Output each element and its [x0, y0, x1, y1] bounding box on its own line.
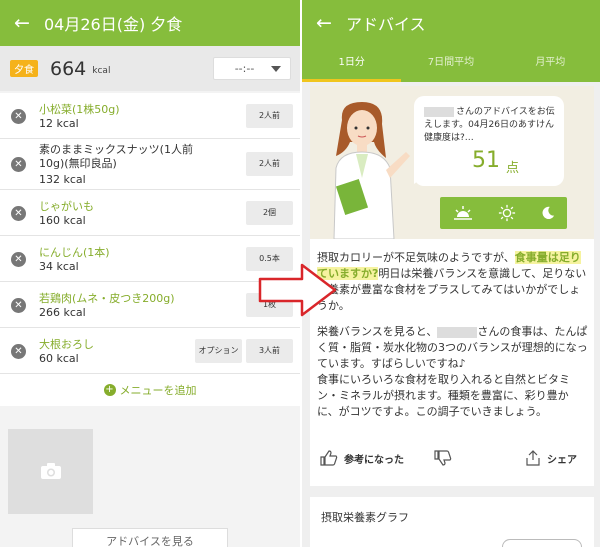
- time-dropdown[interactable]: --:--: [213, 57, 291, 80]
- advice-text-part: 栄養バランスを見ると、: [317, 325, 438, 338]
- add-menu-button[interactable]: + メニューを追加: [0, 374, 300, 406]
- food-kcal: 160 kcal: [39, 214, 86, 227]
- food-item[interactable]: ✕ にんじん(1本) 34 kcal 0.5本: [0, 236, 300, 282]
- advice-bubble: さんのアドバイスをお伝えします。04月26日のあすけん健康度は?… 51 点: [414, 96, 564, 186]
- quantity-button[interactable]: 2個: [246, 201, 293, 225]
- health-score: 51: [472, 148, 500, 173]
- thumbs-down-icon: [434, 450, 452, 466]
- food-name[interactable]: 大根おろし: [39, 336, 94, 352]
- meal-header: ← 04月26日(金) 夕食: [0, 0, 300, 46]
- add-menu-label: メニューを追加: [119, 384, 197, 397]
- camera-icon: [41, 463, 61, 479]
- plus-icon: +: [103, 384, 116, 396]
- advice-text-part: 摂取カロリーが不足気味のようですが、: [317, 251, 515, 264]
- food-name[interactable]: 素のままミックスナッツ(1人前10g)(無印良品): [39, 143, 194, 171]
- food-kcal: 132 kcal: [39, 173, 86, 186]
- redacted-username: [437, 326, 478, 338]
- score-unit: 点: [506, 161, 520, 176]
- remove-icon[interactable]: ✕: [11, 109, 26, 124]
- transition-arrow-icon: [258, 263, 337, 317]
- redacted-username: [424, 106, 454, 117]
- food-kcal: 12 kcal: [39, 117, 79, 130]
- bubble-message: さんのアドバイスをお伝えします。04月26日のあすけん健康度は?…: [424, 106, 558, 145]
- food-name[interactable]: にんじん(1本): [39, 244, 110, 260]
- moon-icon[interactable]: [541, 206, 555, 220]
- food-list: ✕ 小松菜(1株50g) 12 kcal 2人前 ✕ 素のままミックスナッツ(1…: [0, 93, 300, 374]
- remove-icon[interactable]: ✕: [11, 206, 26, 221]
- food-kcal: 266 kcal: [39, 306, 86, 319]
- period-tabs: 1日分 7日間平均 月平均: [302, 46, 600, 82]
- food-item[interactable]: ✕ 小松菜(1株50g) 12 kcal 2人前: [0, 93, 300, 139]
- food-name[interactable]: 小松菜(1株50g): [39, 101, 120, 117]
- meal-summary: 夕食 664 kcal --:--: [0, 46, 300, 91]
- view-advice-button[interactable]: アドバイスを見る: [72, 528, 228, 547]
- food-kcal: 60 kcal: [39, 352, 79, 365]
- not-helpful-button[interactable]: [434, 450, 458, 466]
- meal-detail-screen: ← 04月26日(金) 夕食 夕食 664 kcal --:-- ✕ 小松菜(1…: [0, 0, 300, 547]
- food-item[interactable]: ✕ じゃがいも 160 kcal 2個: [0, 190, 300, 236]
- quantity-button[interactable]: 2人前: [246, 104, 293, 128]
- sun-icon[interactable]: [498, 204, 516, 222]
- nutrient-graph-card: 摂取栄養素グラフ: [310, 497, 594, 547]
- sunrise-icon[interactable]: [453, 205, 473, 221]
- quantity-button[interactable]: 2人前: [246, 152, 293, 176]
- helpful-button[interactable]: 参考になった: [320, 450, 404, 466]
- advice-hero: さんのアドバイスをお伝えします。04月26日のあすけん健康度は?… 51 点: [310, 86, 594, 239]
- total-kcal: 664: [50, 57, 87, 80]
- share-icon: [526, 450, 540, 466]
- advice-header: ← アドバイス: [302, 0, 600, 46]
- food-item[interactable]: ✕ 大根おろし 60 kcal オプション 3人前: [0, 328, 300, 374]
- food-kcal: 34 kcal: [39, 260, 79, 273]
- nutrient-graph-title: 摂取栄養素グラフ: [321, 511, 409, 524]
- remove-icon[interactable]: ✕: [11, 344, 26, 359]
- time-value: --:--: [234, 62, 255, 75]
- advice-paragraph: 食事にいろいろな食材を取り入れると自然とビタミン・ミネラルが摂れます。種類を豊富…: [317, 373, 570, 418]
- advisor-illustration: [333, 102, 410, 239]
- advice-card: さんのアドバイスをお伝えします。04月26日のあすけん健康度は?… 51 点 摂…: [310, 86, 594, 486]
- advice-body: 摂取カロリーが不足気味のようですが、食事量は足りていますか?明日は栄養バランスを…: [317, 250, 589, 430]
- advice-paragraph: 摂取カロリーが不足気味のようですが、食事量は足りていますか?明日は栄養バランスを…: [317, 250, 589, 314]
- share-label: シェア: [547, 454, 577, 466]
- meal-time-toggle: [440, 197, 567, 229]
- tab-monthly-average[interactable]: 月平均: [501, 46, 600, 82]
- thumbs-up-icon: [320, 450, 338, 466]
- kcal-unit: kcal: [92, 65, 111, 76]
- option-button[interactable]: オプション: [195, 339, 242, 363]
- food-item[interactable]: ✕ 若鶏肉(ムネ・皮つき200g) 266 kcal 1枚: [0, 282, 300, 328]
- food-item[interactable]: ✕ 素のままミックスナッツ(1人前10g)(無印良品) 132 kcal 2人前: [0, 139, 300, 190]
- advice-screen: ← アドバイス 1日分 7日間平均 月平均 さんのアドバイスをお伝えします。04…: [302, 0, 600, 547]
- advice-title: アドバイス: [346, 15, 426, 34]
- remove-icon[interactable]: ✕: [11, 252, 26, 267]
- graph-segment-toggle[interactable]: [502, 539, 582, 547]
- helpful-label: 参考になった: [344, 454, 404, 466]
- back-arrow-icon[interactable]: ←: [0, 12, 44, 34]
- advice-paragraph: 栄養バランスを見ると、 さんの食事は、たんぱく質・脂質・炭水化物の3つのバランスが…: [317, 324, 589, 372]
- share-button[interactable]: シェア: [525, 450, 577, 466]
- advice-actions: 参考になった シェア: [310, 446, 594, 476]
- food-name[interactable]: 若鶏肉(ムネ・皮つき200g): [39, 290, 175, 306]
- quantity-button[interactable]: 3人前: [246, 339, 293, 363]
- tab-7-day-average[interactable]: 7日間平均: [401, 46, 500, 82]
- bubble-tail: [414, 172, 430, 184]
- food-name[interactable]: じゃがいも: [39, 198, 94, 214]
- photo-upload[interactable]: [8, 429, 93, 514]
- meal-type-badge: 夕食: [10, 60, 38, 77]
- chevron-down-icon: [271, 65, 281, 72]
- back-arrow-icon[interactable]: ←: [302, 12, 346, 34]
- remove-icon[interactable]: ✕: [11, 298, 26, 313]
- remove-icon[interactable]: ✕: [11, 157, 26, 172]
- meal-title: 04月26日(金) 夕食: [44, 15, 183, 34]
- tab-1-day[interactable]: 1日分: [302, 46, 402, 82]
